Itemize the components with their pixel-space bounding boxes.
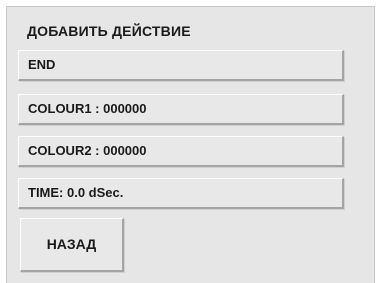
colour1-field[interactable]: COLOUR1 : 000000 [18,94,344,125]
back-button[interactable]: НАЗАД [20,218,124,272]
colour2-field[interactable]: COLOUR2 : 000000 [18,136,344,167]
action-end-field[interactable]: END [18,50,344,81]
panel-title: ДОБАВИТЬ ДЕЙСТВИЕ [27,23,191,39]
time-field[interactable]: TIME: 0.0 dSec. [18,178,344,209]
